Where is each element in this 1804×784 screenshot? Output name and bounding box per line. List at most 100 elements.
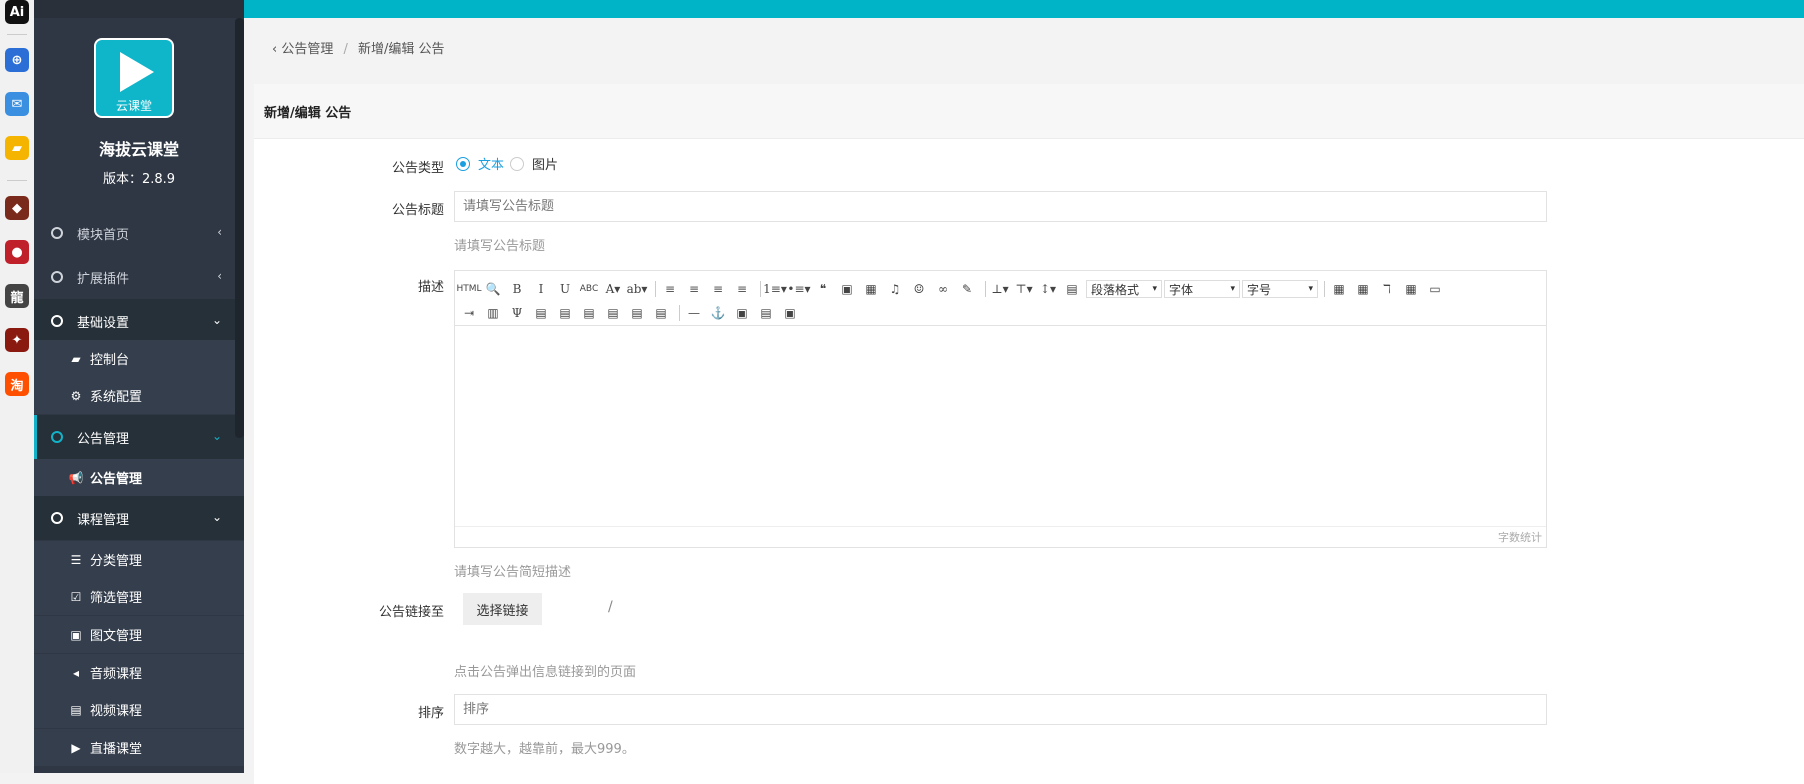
menu-label: 基础设置 bbox=[77, 315, 130, 331]
toolbar-button-icon[interactable]: ↕▾ bbox=[1038, 279, 1058, 299]
toolbar-button-icon[interactable]: ⊤▾ bbox=[1014, 279, 1034, 299]
toolbar-button-icon[interactable]: ▤ bbox=[756, 303, 776, 323]
toolbar-button-icon[interactable]: ♫ bbox=[885, 279, 905, 299]
toolbar-button-icon[interactable]: ❝ bbox=[813, 279, 833, 299]
toolbar-button-icon[interactable]: ▤ bbox=[555, 303, 575, 323]
menu-label: 课程管理 bbox=[77, 512, 130, 528]
toolbar-button-icon[interactable]: •≡▾ bbox=[787, 279, 810, 299]
checkbox-icon: ☑ bbox=[70, 589, 82, 604]
toolbar-button-icon[interactable]: U bbox=[555, 279, 575, 299]
megaphone-icon: 📢 bbox=[68, 470, 84, 485]
app-icon-game-2[interactable]: ✦ bbox=[5, 328, 29, 352]
paragraph-format-select[interactable]: 段落格式 ▾ bbox=[1086, 280, 1162, 298]
toolbar-button-icon[interactable]: B bbox=[507, 279, 527, 299]
radio-text-label[interactable]: 文本 bbox=[478, 154, 504, 173]
editor-content[interactable] bbox=[455, 326, 1546, 526]
ai-app-icon[interactable]: Ai bbox=[5, 0, 29, 24]
toolbar-button-icon[interactable]: ▣ bbox=[732, 303, 752, 323]
toolbar-button-icon[interactable]: I bbox=[531, 279, 551, 299]
toolbar-button-icon[interactable]: ▤ bbox=[651, 303, 671, 323]
app-icon-vscode[interactable]: ✉ bbox=[5, 92, 29, 116]
toolbar-button-icon[interactable]: ▭ bbox=[1425, 279, 1445, 299]
sidebar-item-audio[interactable]: ◂ 音频课程 bbox=[34, 654, 244, 691]
sort-input[interactable] bbox=[454, 694, 1547, 725]
menu-course[interactable]: 课程管理 ⌄ bbox=[34, 496, 244, 540]
toolbar-button-icon[interactable]: ▤ bbox=[627, 303, 647, 323]
desc-label: 描述 bbox=[417, 280, 444, 295]
sidebar-scrollbar[interactable] bbox=[235, 18, 244, 438]
app-separator bbox=[7, 180, 27, 181]
logo[interactable]: 云课堂 bbox=[94, 38, 174, 118]
toolbar-button-icon[interactable]: ⊥▾ bbox=[990, 279, 1010, 299]
toolbar-button-icon[interactable]: ▤ bbox=[531, 303, 551, 323]
toolbar-button-icon[interactable]: ∞ bbox=[933, 279, 953, 299]
menu-announcement[interactable]: 公告管理 ⌄ bbox=[34, 415, 244, 459]
toolbar-button-icon[interactable]: ✎ bbox=[957, 279, 977, 299]
toolbar-button-icon[interactable]: ≡ bbox=[732, 279, 752, 299]
play-icon bbox=[120, 52, 154, 92]
app-icon-folder[interactable]: ▰ bbox=[5, 136, 29, 160]
app-icon-blue-1[interactable]: ⊕ bbox=[5, 48, 29, 72]
breadcrumb-separator: / bbox=[343, 42, 348, 57]
breadcrumb-parent[interactable]: 公告管理 bbox=[281, 42, 333, 57]
toolbar-button-icon[interactable]: — bbox=[684, 303, 704, 323]
toolbar-button-icon[interactable]: ▦ bbox=[1401, 279, 1421, 299]
sidebar-item-announcement[interactable]: 📢 公告管理 bbox=[34, 459, 244, 496]
menu-label: 公告管理 bbox=[77, 431, 130, 447]
toolbar-button-icon[interactable]: ℸ bbox=[1377, 279, 1397, 299]
toolbar-button-icon[interactable]: A▾ bbox=[603, 279, 623, 299]
title-input[interactable] bbox=[454, 191, 1547, 222]
sidebar-item-category[interactable]: ☰ 分类管理 bbox=[34, 541, 244, 578]
toolbar-button-icon[interactable]: Ψ bbox=[507, 303, 527, 323]
app-icon-taobao[interactable]: 淘 bbox=[5, 372, 29, 396]
sidebar: 云课堂 海拔云课堂 版本：2.8.9 模块首页 ‹ 扩展插件 ‹ 基础设置 ⌄ … bbox=[34, 0, 244, 773]
back-chevron-icon[interactable]: ‹ bbox=[272, 42, 277, 57]
menu-basic-settings[interactable]: 基础设置 ⌄ bbox=[34, 299, 244, 343]
toolbar-button-icon[interactable]: ABC bbox=[579, 279, 599, 299]
toolbar-button-icon[interactable]: ▥ bbox=[483, 303, 503, 323]
toolbar-row-1: HTML 🔍 B I U ABC A▾ ab▾ ≡ ≡ ≡ ≡ 1≡▾ •≡▾ ❝ ▣ ▦ ♫ ☺ ∞ ✎ ⊥▾ ⊤▾ ↕▾ ▤… bbox=[456, 279, 1449, 299]
radio-image-label[interactable]: 图片 bbox=[532, 154, 558, 173]
toolbar-button-icon[interactable]: ▦ bbox=[1329, 279, 1349, 299]
toolbar-button-icon[interactable]: ≡ bbox=[684, 279, 704, 299]
app-icon-dragon[interactable]: 龍 bbox=[5, 284, 29, 308]
toolbar-separator bbox=[655, 281, 656, 297]
font-select[interactable]: 字体 ▾ bbox=[1164, 280, 1240, 298]
sidebar-item-live[interactable]: ▶ 直播课堂 bbox=[34, 729, 244, 766]
sidebar-item-label: 图文管理 bbox=[90, 629, 143, 644]
toolbar-button-icon[interactable]: ▣ bbox=[780, 303, 800, 323]
app-icon-game-1[interactable]: ◆ bbox=[5, 196, 29, 220]
radio-image[interactable] bbox=[510, 156, 525, 171]
link-label: 公告链接至 bbox=[378, 605, 444, 620]
radio-text[interactable] bbox=[456, 156, 470, 171]
font-size-select[interactable]: 字号 ▾ bbox=[1242, 280, 1318, 298]
toolbar-button-icon[interactable]: 🔍 bbox=[483, 279, 503, 299]
menu-extensions[interactable]: 扩展插件 ‹ bbox=[34, 255, 244, 299]
circle-icon bbox=[51, 431, 63, 443]
toolbar-button-icon[interactable]: ab▾ bbox=[627, 279, 648, 299]
sidebar-item-video[interactable]: ▤ 视频课程 bbox=[34, 691, 244, 728]
toolbar-button-icon[interactable]: 1≡▾ bbox=[763, 279, 787, 299]
toolbar-button-icon[interactable]: ▦ bbox=[1353, 279, 1373, 299]
toolbar-button-icon[interactable]: ☺ bbox=[909, 279, 929, 299]
image-file-icon: ▣ bbox=[70, 627, 82, 642]
toolbar-button-icon[interactable]: ▦ bbox=[861, 279, 881, 299]
word-count: 字数统计 bbox=[455, 526, 1546, 548]
toolbar-button-icon[interactable]: ▣ bbox=[837, 279, 857, 299]
sidebar-item-system-config[interactable]: ⚙ 系统配置 bbox=[34, 377, 244, 414]
app-icon-ball[interactable]: ● bbox=[5, 240, 29, 264]
sidebar-item-console[interactable]: ▰ 控制台 bbox=[34, 340, 244, 377]
select-link-button[interactable]: 选择链接 bbox=[463, 593, 542, 625]
toolbar-button-icon[interactable]: ≡ bbox=[660, 279, 680, 299]
toolbar-button-icon[interactable]: ▤ bbox=[579, 303, 599, 323]
sidebar-item-filter[interactable]: ☑ 筛选管理 bbox=[34, 578, 244, 615]
sidebar-item-label: 分类管理 bbox=[90, 554, 143, 569]
menu-module-home[interactable]: 模块首页 ‹ bbox=[34, 211, 244, 255]
toolbar-button-icon[interactable]: HTML bbox=[456, 279, 481, 299]
sidebar-item-article[interactable]: ▣ 图文管理 bbox=[34, 616, 244, 653]
toolbar-button-icon[interactable]: ▤ bbox=[603, 303, 623, 323]
toolbar-button-icon[interactable]: ⚓ bbox=[708, 303, 728, 323]
toolbar-button-icon[interactable]: ▤ bbox=[1062, 279, 1082, 299]
toolbar-button-icon[interactable]: ≡ bbox=[708, 279, 728, 299]
toolbar-button-icon[interactable]: ⇥ bbox=[459, 303, 479, 323]
